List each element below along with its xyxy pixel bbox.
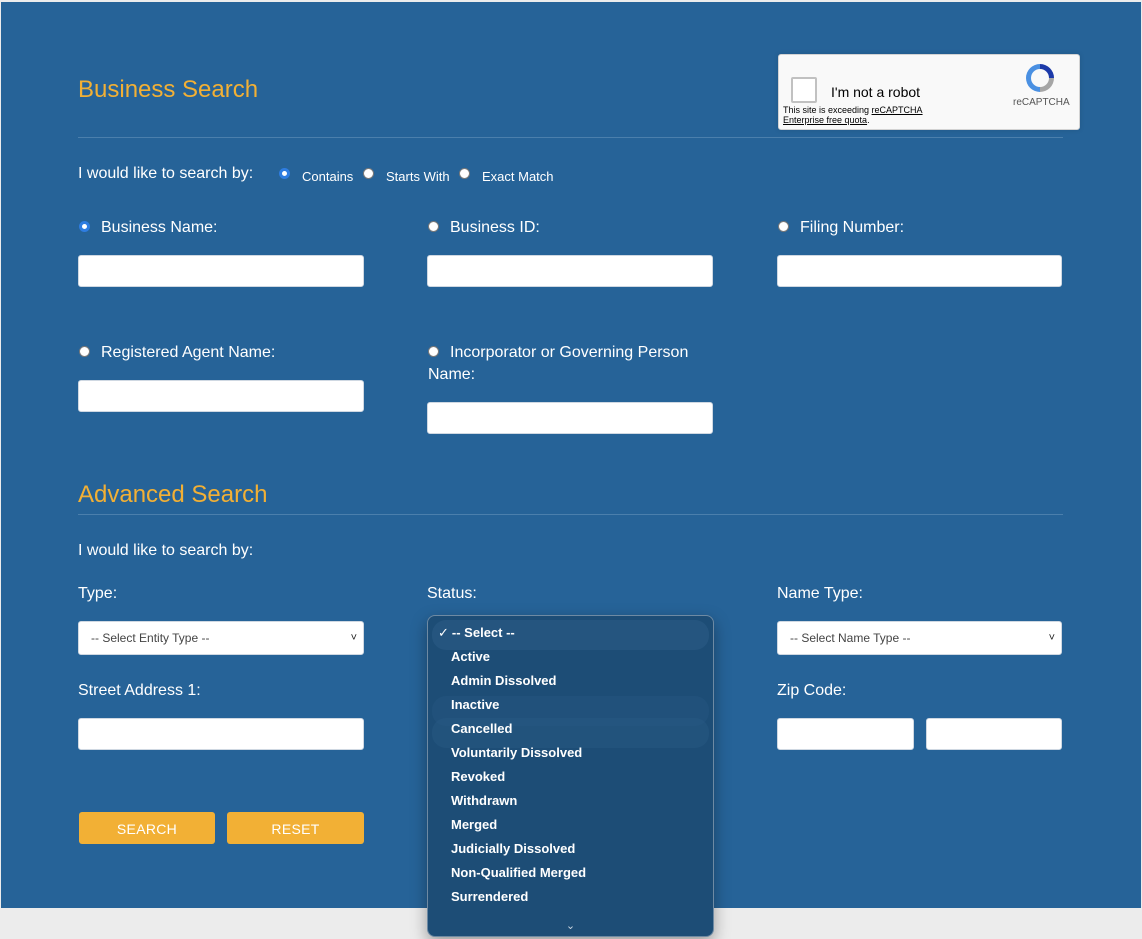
exact-match-radio[interactable] — [459, 168, 470, 179]
recaptcha-logo-icon — [1026, 64, 1054, 92]
status-option[interactable]: Cancelled — [428, 717, 713, 741]
status-option[interactable]: Non-Qualified Merged — [428, 861, 713, 885]
name-type-select[interactable]: -- Select Name Type -- ˅ — [777, 621, 1062, 655]
filing-number-radio[interactable] — [778, 221, 789, 232]
business-name-label: Business Name: — [101, 219, 218, 236]
divider — [78, 514, 1063, 515]
entity-type-value: -- Select Entity Type -- — [91, 631, 210, 645]
status-option[interactable]: Withdrawn — [428, 789, 713, 813]
incorporator-input[interactable] — [427, 402, 713, 434]
filing-number-input[interactable] — [777, 255, 1062, 287]
status-option-label: Admin Dissolved — [451, 673, 557, 688]
entity-type-select[interactable]: -- Select Entity Type -- ˅ — [78, 621, 364, 655]
name-type-value: -- Select Name Type -- — [790, 631, 911, 645]
recaptcha-checkbox[interactable] — [791, 77, 817, 103]
street-address-label: Street Address 1: — [78, 682, 201, 699]
contains-radio[interactable] — [279, 168, 290, 179]
advanced-search-by-label: I would like to search by: — [78, 542, 254, 559]
zip-code-extension-input[interactable] — [926, 718, 1062, 750]
starts-with-label: Starts With — [386, 169, 450, 184]
status-dropdown-list[interactable]: ✓ -- Select -- Active Admin Dissolved Inacti… — [427, 615, 714, 937]
business-name-radio[interactable] — [79, 221, 90, 232]
recaptcha-widget: I'm not a robot reCAPTCHA This site is e… — [778, 54, 1080, 130]
status-option[interactable]: Surrendered — [428, 885, 713, 909]
chevron-down-icon[interactable]: ⌄ — [428, 919, 713, 932]
status-option-label: Cancelled — [451, 721, 513, 736]
reset-button[interactable]: RESET — [227, 812, 364, 844]
business-name-input[interactable] — [78, 255, 364, 287]
registered-agent-radio[interactable] — [79, 346, 90, 357]
registered-agent-label: Registered Agent Name: — [101, 344, 276, 361]
status-option-label: Voluntarily Dissolved — [451, 745, 583, 760]
zip-code-label: Zip Code: — [777, 682, 847, 699]
search-button[interactable]: SEARCH — [79, 812, 215, 844]
status-option[interactable]: Voluntarily Dissolved — [428, 741, 713, 765]
business-id-input[interactable] — [427, 255, 713, 287]
status-label: Status: — [427, 585, 477, 602]
status-option[interactable]: Revoked — [428, 765, 713, 789]
incorporator-label: Incorporator or Governing Person Name: — [428, 344, 689, 383]
status-option-label: -- Select -- — [451, 625, 515, 640]
status-option[interactable]: Active — [428, 645, 713, 669]
registered-agent-input[interactable] — [78, 380, 364, 412]
type-label: Type: — [78, 585, 118, 602]
status-option[interactable]: Merged — [428, 813, 713, 837]
status-option-label: Active — [451, 649, 491, 664]
status-option-label: Judicially Dissolved — [451, 841, 576, 856]
recaptcha-brand: reCAPTCHA — [1013, 97, 1070, 108]
status-option[interactable]: Judicially Dissolved — [428, 837, 713, 861]
status-option-label: Surrendered — [451, 889, 529, 904]
name-type-label: Name Type: — [777, 585, 863, 602]
advanced-search-title: Advanced Search — [78, 481, 268, 508]
chevron-down-icon: ˅ — [1048, 632, 1055, 644]
zip-code-input[interactable] — [777, 718, 914, 750]
checkmark-icon: ✓ — [438, 625, 449, 640]
status-option-label: Merged — [451, 817, 498, 832]
divider — [78, 137, 1063, 138]
status-option-label: Withdrawn — [451, 793, 518, 808]
business-id-label: Business ID: — [450, 219, 540, 236]
recaptcha-quota-warning: This site is exceeding reCAPTCHA Enterpr… — [783, 105, 923, 125]
business-search-title: Business Search — [78, 76, 259, 103]
street-address-input[interactable] — [78, 718, 364, 750]
status-option[interactable]: Inactive — [428, 693, 713, 717]
status-option-label: Inactive — [451, 697, 500, 712]
status-option[interactable]: ✓ -- Select -- — [428, 621, 713, 645]
starts-with-radio[interactable] — [363, 168, 374, 179]
filing-number-label: Filing Number: — [800, 219, 905, 236]
exact-match-label: Exact Match — [482, 169, 554, 184]
search-by-label: I would like to search by: — [78, 165, 254, 182]
status-option[interactable]: Admin Dissolved — [428, 669, 713, 693]
status-option-label: Revoked — [451, 769, 506, 784]
chevron-down-icon: ˅ — [350, 632, 357, 644]
contains-label: Contains — [302, 169, 354, 184]
status-option-label: Non-Qualified Merged — [451, 865, 587, 880]
business-id-radio[interactable] — [428, 221, 439, 232]
recaptcha-label: I'm not a robot — [831, 84, 921, 100]
